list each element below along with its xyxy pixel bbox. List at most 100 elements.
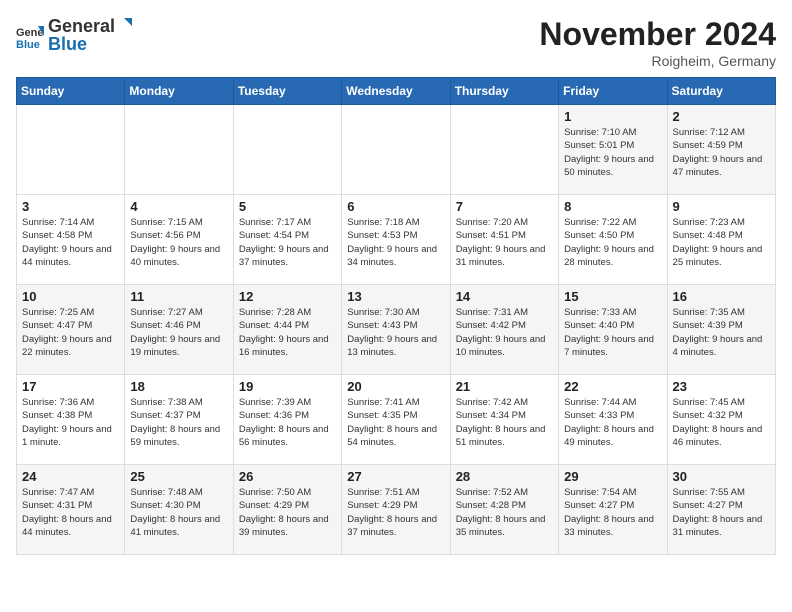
calendar-day-cell: 8 Sunrise: 7:22 AM Sunset: 4:50 PM Daylig… [559,195,667,285]
day-info: Sunrise: 7:30 AM Sunset: 4:43 PM Dayligh… [347,306,444,359]
day-info: Sunrise: 7:33 AM Sunset: 4:40 PM Dayligh… [564,306,661,359]
location-subtitle: Roigheim, Germany [539,53,776,69]
calendar-table: SundayMondayTuesdayWednesdayThursdayFrid… [16,77,776,555]
day-number: 27 [347,469,444,484]
calendar-week-row: 10 Sunrise: 7:25 AM Sunset: 4:47 PM Dayli… [17,285,776,375]
day-number: 2 [673,109,770,124]
calendar-week-row: 17 Sunrise: 7:36 AM Sunset: 4:38 PM Dayli… [17,375,776,465]
day-info: Sunrise: 7:10 AM Sunset: 5:01 PM Dayligh… [564,126,661,179]
day-info: Sunrise: 7:17 AM Sunset: 4:54 PM Dayligh… [239,216,336,269]
day-info: Sunrise: 7:41 AM Sunset: 4:35 PM Dayligh… [347,396,444,449]
day-info: Sunrise: 7:12 AM Sunset: 4:59 PM Dayligh… [673,126,770,179]
day-number: 5 [239,199,336,214]
logo: General Blue General Blue [16,16,133,55]
calendar-day-cell: 9 Sunrise: 7:23 AM Sunset: 4:48 PM Daylig… [667,195,775,285]
calendar-day-cell [450,105,558,195]
day-info: Sunrise: 7:25 AM Sunset: 4:47 PM Dayligh… [22,306,119,359]
day-number: 14 [456,289,553,304]
calendar-day-cell: 10 Sunrise: 7:25 AM Sunset: 4:47 PM Dayli… [17,285,125,375]
day-number: 1 [564,109,661,124]
calendar-day-cell: 23 Sunrise: 7:45 AM Sunset: 4:32 PM Dayli… [667,375,775,465]
day-info: Sunrise: 7:18 AM Sunset: 4:53 PM Dayligh… [347,216,444,269]
calendar-day-cell: 7 Sunrise: 7:20 AM Sunset: 4:51 PM Daylig… [450,195,558,285]
calendar-week-row: 1 Sunrise: 7:10 AM Sunset: 5:01 PM Daylig… [17,105,776,195]
day-number: 16 [673,289,770,304]
calendar-day-cell: 27Sunrise: 7:51 AM Sunset: 4:29 PM Dayli… [342,465,450,555]
day-of-week-header: Friday [559,78,667,105]
day-number: 22 [564,379,661,394]
day-of-week-header: Sunday [17,78,125,105]
day-info: Sunrise: 7:23 AM Sunset: 4:48 PM Dayligh… [673,216,770,269]
day-info: Sunrise: 7:44 AM Sunset: 4:33 PM Dayligh… [564,396,661,449]
day-info: Sunrise: 7:36 AM Sunset: 4:38 PM Dayligh… [22,396,119,449]
day-info: Sunrise: 7:27 AM Sunset: 4:46 PM Dayligh… [130,306,227,359]
day-number: 7 [456,199,553,214]
day-number: 8 [564,199,661,214]
calendar-day-cell: 2 Sunrise: 7:12 AM Sunset: 4:59 PM Daylig… [667,105,775,195]
day-info: Sunrise: 7:35 AM Sunset: 4:39 PM Dayligh… [673,306,770,359]
calendar-day-cell: 13 Sunrise: 7:30 AM Sunset: 4:43 PM Dayli… [342,285,450,375]
calendar-day-cell: 24 Sunrise: 7:47 AM Sunset: 4:31 PM Dayli… [17,465,125,555]
calendar-day-cell: 15Sunrise: 7:33 AM Sunset: 4:40 PM Dayli… [559,285,667,375]
calendar-day-cell: 22 Sunrise: 7:44 AM Sunset: 4:33 PM Dayli… [559,375,667,465]
day-info: Sunrise: 7:38 AM Sunset: 4:37 PM Dayligh… [130,396,227,449]
svg-text:Blue: Blue [16,39,40,50]
day-number: 17 [22,379,119,394]
day-number: 24 [22,469,119,484]
calendar-day-cell: 19 Sunrise: 7:39 AM Sunset: 4:36 PM Dayli… [233,375,341,465]
calendar-day-cell: 14 Sunrise: 7:31 AM Sunset: 4:42 PM Dayli… [450,285,558,375]
day-info: Sunrise: 7:22 AM Sunset: 4:50 PM Dayligh… [564,216,661,269]
day-number: 30 [673,469,770,484]
day-number: 26 [239,469,336,484]
day-number: 19 [239,379,336,394]
day-number: 4 [130,199,227,214]
day-of-week-header: Monday [125,78,233,105]
calendar-day-cell: 30 Sunrise: 7:55 AM Sunset: 4:27 PM Dayli… [667,465,775,555]
day-of-week-header: Tuesday [233,78,341,105]
day-number: 18 [130,379,227,394]
day-info: Sunrise: 7:20 AM Sunset: 4:51 PM Dayligh… [456,216,553,269]
day-number: 13 [347,289,444,304]
logo-icon: General Blue [16,22,44,50]
month-title: November 2024 [539,16,776,53]
logo-blue: Blue [48,34,87,54]
day-info: Sunrise: 7:48 AM Sunset: 4:30 PM Dayligh… [130,486,227,539]
day-number: 10 [22,289,119,304]
calendar-day-cell: 3Sunrise: 7:14 AM Sunset: 4:58 PM Daylig… [17,195,125,285]
day-info: Sunrise: 7:55 AM Sunset: 4:27 PM Dayligh… [673,486,770,539]
calendar-header-row: SundayMondayTuesdayWednesdayThursdayFrid… [17,78,776,105]
day-number: 11 [130,289,227,304]
calendar-day-cell: 12Sunrise: 7:28 AM Sunset: 4:44 PM Dayli… [233,285,341,375]
day-number: 9 [673,199,770,214]
calendar-day-cell [342,105,450,195]
day-info: Sunrise: 7:42 AM Sunset: 4:34 PM Dayligh… [456,396,553,449]
calendar-day-cell: 21 Sunrise: 7:42 AM Sunset: 4:34 PM Dayli… [450,375,558,465]
day-info: Sunrise: 7:47 AM Sunset: 4:31 PM Dayligh… [22,486,119,539]
day-of-week-header: Thursday [450,78,558,105]
day-of-week-header: Saturday [667,78,775,105]
logo-general: General [48,17,115,35]
day-number: 25 [130,469,227,484]
day-info: Sunrise: 7:31 AM Sunset: 4:42 PM Dayligh… [456,306,553,359]
day-of-week-header: Wednesday [342,78,450,105]
calendar-body: 1 Sunrise: 7:10 AM Sunset: 5:01 PM Daylig… [17,105,776,555]
calendar-week-row: 24 Sunrise: 7:47 AM Sunset: 4:31 PM Dayli… [17,465,776,555]
day-number: 20 [347,379,444,394]
calendar-day-cell: 17 Sunrise: 7:36 AM Sunset: 4:38 PM Dayli… [17,375,125,465]
day-info: Sunrise: 7:39 AM Sunset: 4:36 PM Dayligh… [239,396,336,449]
day-info: Sunrise: 7:15 AM Sunset: 4:56 PM Dayligh… [130,216,227,269]
calendar-week-row: 3Sunrise: 7:14 AM Sunset: 4:58 PM Daylig… [17,195,776,285]
calendar-day-cell: 11 Sunrise: 7:27 AM Sunset: 4:46 PM Dayli… [125,285,233,375]
day-number: 12 [239,289,336,304]
day-number: 23 [673,379,770,394]
day-info: Sunrise: 7:52 AM Sunset: 4:28 PM Dayligh… [456,486,553,539]
day-info: Sunrise: 7:45 AM Sunset: 4:32 PM Dayligh… [673,396,770,449]
calendar-day-cell [233,105,341,195]
calendar-day-cell: 6Sunrise: 7:18 AM Sunset: 4:53 PM Daylig… [342,195,450,285]
header: General Blue General Blue November 2024 … [16,16,776,69]
calendar-day-cell: 20 Sunrise: 7:41 AM Sunset: 4:35 PM Dayli… [342,375,450,465]
day-number: 21 [456,379,553,394]
day-number: 28 [456,469,553,484]
calendar-day-cell: 29Sunrise: 7:54 AM Sunset: 4:27 PM Dayli… [559,465,667,555]
calendar-day-cell: 16 Sunrise: 7:35 AM Sunset: 4:39 PM Dayli… [667,285,775,375]
